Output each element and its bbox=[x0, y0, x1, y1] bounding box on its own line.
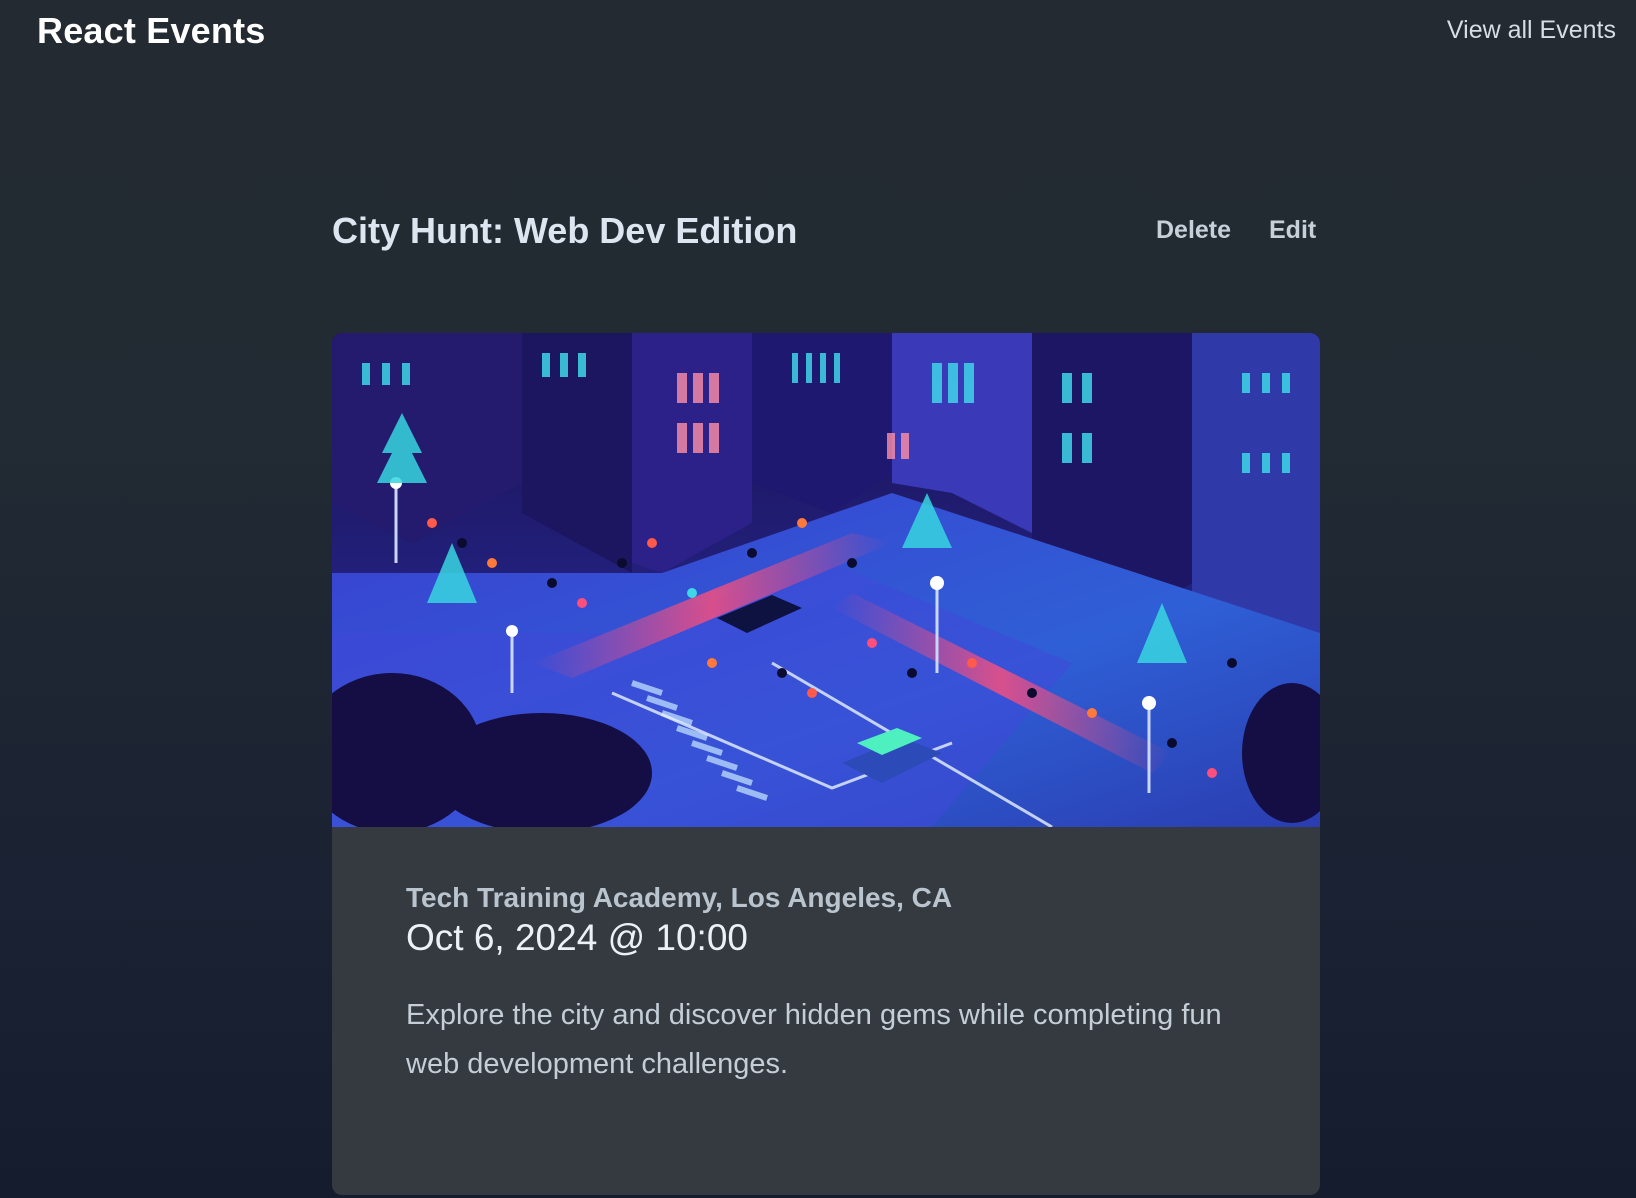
event-image bbox=[332, 333, 1320, 827]
site-header: React Events View all Events bbox=[0, 0, 1636, 70]
event-header: City Hunt: Web Dev Edition Delete Edit bbox=[332, 208, 1320, 258]
edit-button[interactable]: Edit bbox=[1269, 216, 1316, 245]
event-description: Explore the city and discover hidden gem… bbox=[406, 999, 1222, 1080]
event-details: Tech Training Academy, Los Angeles, CA O… bbox=[406, 881, 1246, 1089]
event-datetime: Oct 6, 2024 @ 10:00 bbox=[406, 917, 748, 958]
delete-button[interactable]: Delete bbox=[1156, 216, 1231, 245]
brand-link[interactable]: React Events bbox=[37, 10, 266, 52]
event-title: City Hunt: Web Dev Edition bbox=[332, 210, 798, 251]
event-card: Tech Training Academy, Los Angeles, CA O… bbox=[332, 333, 1320, 1195]
event-location: Tech Training Academy, Los Angeles, CA bbox=[406, 882, 953, 913]
view-all-events-link[interactable]: View all Events bbox=[1447, 16, 1616, 45]
